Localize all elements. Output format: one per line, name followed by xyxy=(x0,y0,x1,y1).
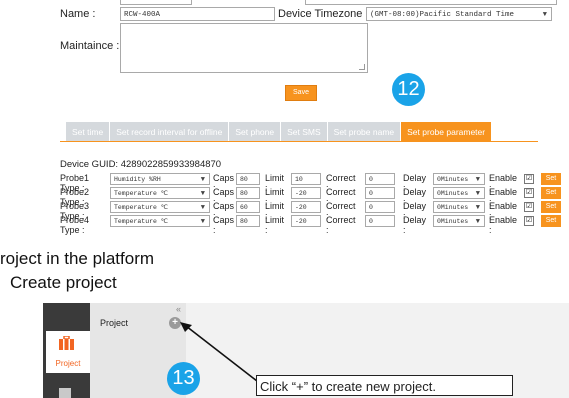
correct-input[interactable]: 0 xyxy=(365,201,395,213)
chevron-down-icon: ▼ xyxy=(200,190,205,198)
chevron-down-icon: ▼ xyxy=(200,204,205,212)
set-button[interactable]: Set xyxy=(541,187,561,199)
correct-input[interactable]: 0 xyxy=(365,215,395,227)
device-settings-panel: Name : RCW-400A Device Timezone : (GMT-0… xyxy=(0,0,569,268)
caps-input[interactable]: 80 xyxy=(236,187,260,199)
correct-input[interactable]: 0 xyxy=(365,187,395,199)
delay-value: 0Minutes xyxy=(437,204,469,211)
chevron-down-icon: ▼ xyxy=(475,204,480,212)
timezone-label: Device Timezone : xyxy=(278,8,369,20)
chevron-down-icon: ▼ xyxy=(475,176,480,184)
name-label: Name : xyxy=(60,8,96,20)
probe-type-select[interactable]: Humidity %RH ▼ xyxy=(110,173,210,185)
project-panel-title: Project xyxy=(100,318,129,328)
chevron-down-icon: ▼ xyxy=(475,218,480,226)
enable-checkbox[interactable]: ☑ xyxy=(524,188,534,198)
limit-input[interactable]: 10 xyxy=(291,173,321,185)
set-button[interactable]: Set xyxy=(541,215,561,227)
name-input[interactable]: RCW-400A xyxy=(120,7,275,21)
probe-type-value: Temperature ℃ xyxy=(114,190,169,197)
delay-select[interactable]: 0Minutes ▼ xyxy=(433,215,485,227)
maintenance-textarea[interactable] xyxy=(120,23,368,73)
set-button[interactable]: Set xyxy=(541,201,561,213)
enable-checkbox[interactable]: ☑ xyxy=(524,174,534,184)
resize-grip-icon[interactable] xyxy=(359,64,365,70)
probe-type-value: Temperature ℃ xyxy=(114,204,169,211)
tab-set-phone[interactable]: Set phone xyxy=(229,122,282,142)
tab-set-time[interactable]: Set time xyxy=(66,122,111,142)
tab-set-probe-parameter[interactable]: Set probe parameter xyxy=(401,122,493,142)
step-badge-12: 12 xyxy=(392,73,425,106)
timezone-value: (GMT-08:00)Pacific Standard Time xyxy=(370,11,515,19)
probe-type-value: Temperature ℃ xyxy=(114,218,169,225)
correct-label: Correct : xyxy=(326,215,356,235)
delay-value: 0Minutes xyxy=(437,190,469,197)
tab-underline xyxy=(60,141,538,142)
delay-select[interactable]: 0Minutes ▼ xyxy=(433,201,485,213)
enable-checkbox[interactable]: ☑ xyxy=(524,216,534,226)
timezone-select[interactable]: (GMT-08:00)Pacific Standard Time ▼ xyxy=(366,7,552,21)
device-guid: Device GUID: 4289022859933984870 xyxy=(60,159,222,170)
probe-type-value: Humidity %RH xyxy=(114,176,161,183)
save-button[interactable]: Save xyxy=(285,85,317,101)
sidebar-item-label: Project xyxy=(55,359,81,368)
probe-type-select[interactable]: Temperature ℃ ▼ xyxy=(110,201,210,213)
collapse-icon[interactable]: « xyxy=(176,304,181,314)
limit-input[interactable]: -20 xyxy=(291,187,321,199)
subsection-heading: Create project xyxy=(10,273,117,292)
delay-label: Delay : xyxy=(403,215,427,235)
menu-icon[interactable] xyxy=(59,388,71,398)
delay-select[interactable]: 0Minutes ▼ xyxy=(433,187,485,199)
enable-label: Enable : xyxy=(489,215,518,235)
callout-arrow-icon xyxy=(180,322,258,382)
set-button[interactable]: Set xyxy=(541,173,561,185)
chevron-down-icon: ▼ xyxy=(200,176,205,184)
probe-type-select[interactable]: Temperature ℃ ▼ xyxy=(110,215,210,227)
cropped-previous-row xyxy=(0,0,569,5)
enable-checkbox[interactable]: ☑ xyxy=(524,202,534,212)
limit-label: Limit : xyxy=(265,215,285,235)
chevron-down-icon: ▼ xyxy=(542,11,547,19)
probe-type-label: Probe4 Type : xyxy=(60,215,90,235)
delay-value: 0Minutes xyxy=(437,176,469,183)
caps-input[interactable]: 80 xyxy=(236,173,260,185)
delay-value: 0Minutes xyxy=(437,218,469,225)
section-heading: roject in the platform xyxy=(0,249,155,268)
tab-set-probe-name[interactable]: Set probe name xyxy=(327,122,402,142)
caps-label: Caps : xyxy=(213,215,235,235)
briefcase-icon xyxy=(59,336,74,350)
caps-input[interactable]: 80 xyxy=(236,215,260,227)
settings-tabs: Set time Set record interval for offline… xyxy=(66,122,493,142)
tab-set-record-interval[interactable]: Set record interval for offline xyxy=(110,122,230,142)
chevron-down-icon: ▼ xyxy=(200,218,205,226)
maintenance-label: Maintaince : xyxy=(60,40,120,52)
correct-input[interactable]: 0 xyxy=(365,173,395,185)
limit-input[interactable]: -20 xyxy=(291,215,321,227)
caps-input[interactable]: 60 xyxy=(236,201,260,213)
limit-input[interactable]: -20 xyxy=(291,201,321,213)
delay-select[interactable]: 0Minutes ▼ xyxy=(433,173,485,185)
tab-set-sms[interactable]: Set SMS xyxy=(281,122,328,142)
probe-type-select[interactable]: Temperature ℃ ▼ xyxy=(110,187,210,199)
callout-box: Click “+” to create new project. xyxy=(256,375,513,396)
chevron-down-icon: ▼ xyxy=(475,190,480,198)
